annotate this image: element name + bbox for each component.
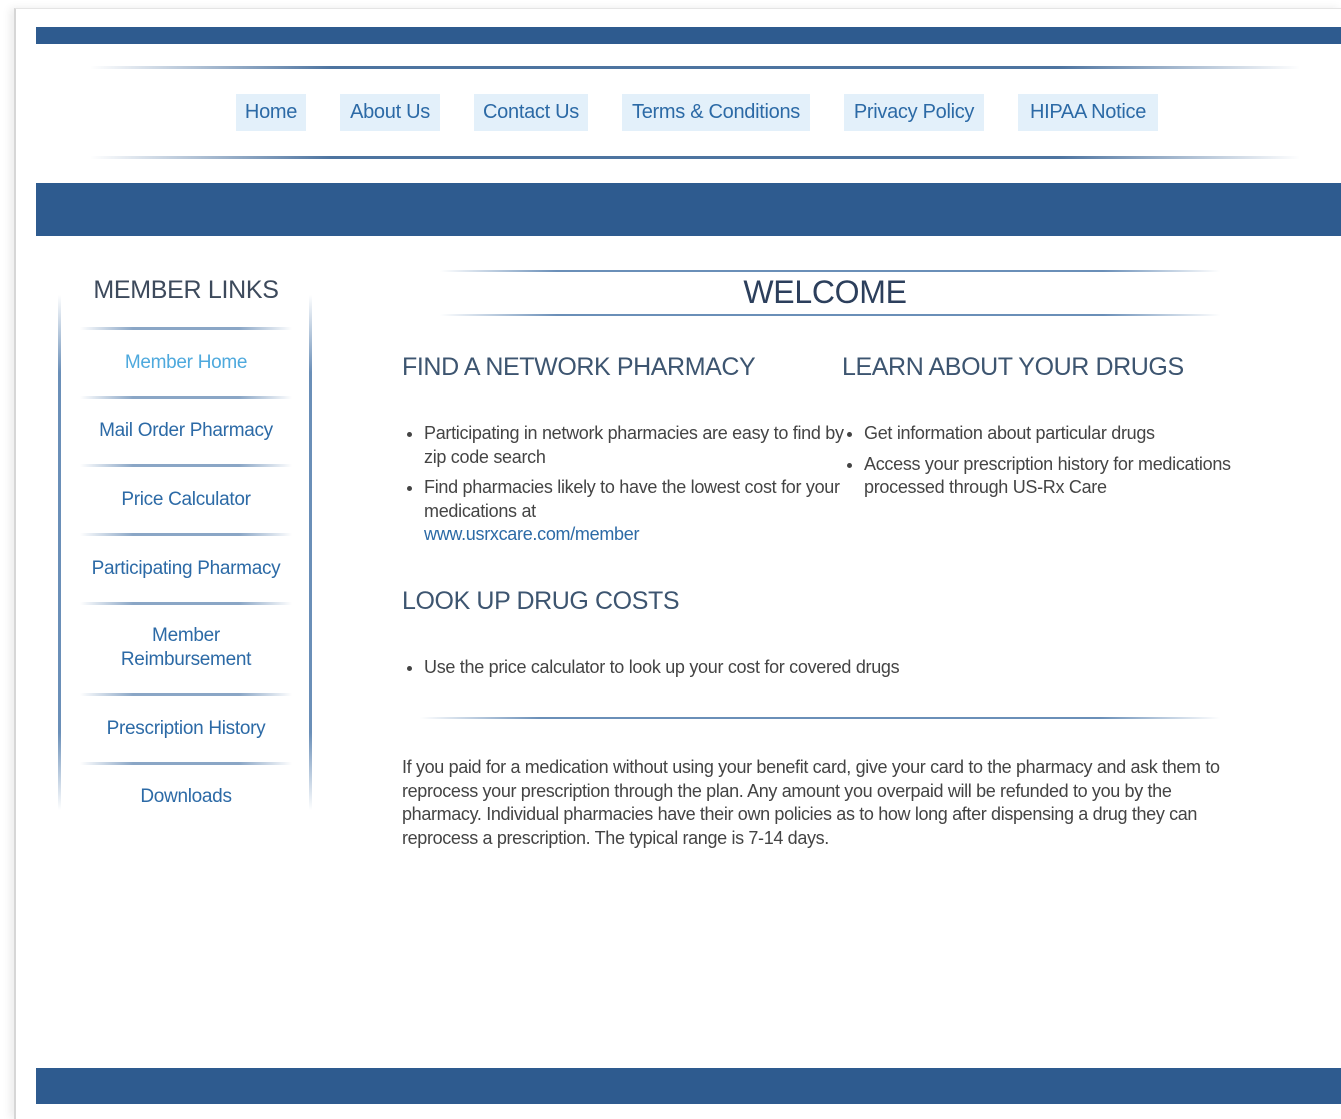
- sidebar-item-mail-order-pharmacy[interactable]: Mail Order Pharmacy: [70, 419, 302, 443]
- sidebar-title: MEMBER LINKS: [93, 276, 279, 304]
- find-pharmacy-bullet-1: Participating in network pharmacies are …: [424, 423, 844, 467]
- nav-home[interactable]: Home: [236, 94, 306, 131]
- nav-divider-top: [90, 66, 1300, 69]
- learn-drugs-heading: LEARN ABOUT YOUR DRUGS: [842, 353, 1184, 381]
- sidebar-divider: [80, 602, 292, 605]
- list-item: Access your prescription history for med…: [864, 453, 1264, 500]
- sidebar-item-price-calculator[interactable]: Price Calculator: [70, 488, 302, 512]
- sidebar-rail-right: [309, 295, 312, 810]
- sidebar-divider: [80, 693, 292, 696]
- find-pharmacy-list: Participating in network pharmacies are …: [402, 422, 844, 554]
- list-item: Participating in network pharmacies are …: [424, 422, 844, 469]
- sidebar-item-member-home[interactable]: Member Home: [70, 351, 302, 375]
- reimbursement-paragraph: If you paid for a medication without usi…: [402, 757, 1220, 848]
- sidebar-rail-left: [58, 295, 61, 810]
- sidebar-item-member-reimbursement[interactable]: Member Reimbursement: [110, 624, 262, 672]
- list-item: Use the price calculator to look up your…: [424, 656, 1224, 680]
- banner-bar: [36, 183, 1341, 236]
- page-title: WELCOME: [743, 274, 907, 310]
- member-site-link[interactable]: www.usrxcare.com/member: [424, 523, 844, 547]
- nav-contact-us[interactable]: Contact Us: [474, 94, 588, 131]
- find-pharmacy-bullet-2: Find pharmacies likely to have the lowes…: [424, 477, 840, 521]
- find-pharmacy-heading: FIND A NETWORK PHARMACY: [402, 353, 756, 381]
- sidebar-item-downloads[interactable]: Downloads: [70, 785, 302, 809]
- sidebar-divider: [80, 396, 292, 399]
- nav-terms-conditions[interactable]: Terms & Conditions: [622, 94, 810, 131]
- sidebar-divider: [80, 533, 292, 536]
- nav-hipaa-notice[interactable]: HIPAA Notice: [1018, 94, 1158, 131]
- sidebar-divider: [80, 762, 292, 765]
- sidebar-divider: [80, 327, 292, 330]
- content-divider: [420, 717, 1220, 719]
- drug-costs-list: Use the price calculator to look up your…: [402, 656, 1224, 687]
- welcome-divider-top: [440, 270, 1220, 272]
- list-item: Get information about particular drugs: [864, 422, 1264, 446]
- learn-drugs-bullet-2: Access your prescription history for med…: [864, 453, 1231, 498]
- learn-drugs-list: Get information about particular drugs A…: [842, 422, 1264, 507]
- welcome-divider-bottom: [440, 314, 1220, 316]
- nav-privacy-policy[interactable]: Privacy Policy: [844, 94, 984, 131]
- nav-divider-bottom: [90, 156, 1300, 159]
- learn-drugs-bullet-1: Get information about particular drugs: [864, 423, 1155, 443]
- sidebar-item-prescription-history[interactable]: Prescription History: [70, 717, 302, 741]
- footer-bar: [36, 1068, 1341, 1104]
- drug-costs-bullet-1: Use the price calculator to look up your…: [424, 657, 900, 677]
- nav-about-us[interactable]: About Us: [340, 94, 440, 131]
- drug-costs-heading: LOOK UP DRUG COSTS: [402, 587, 680, 615]
- sidebar-item-participating-pharmacy[interactable]: Participating Pharmacy: [70, 557, 302, 581]
- header-top-bar: [36, 27, 1341, 44]
- list-item: Find pharmacies likely to have the lowes…: [424, 476, 844, 547]
- sidebar-divider: [80, 464, 292, 467]
